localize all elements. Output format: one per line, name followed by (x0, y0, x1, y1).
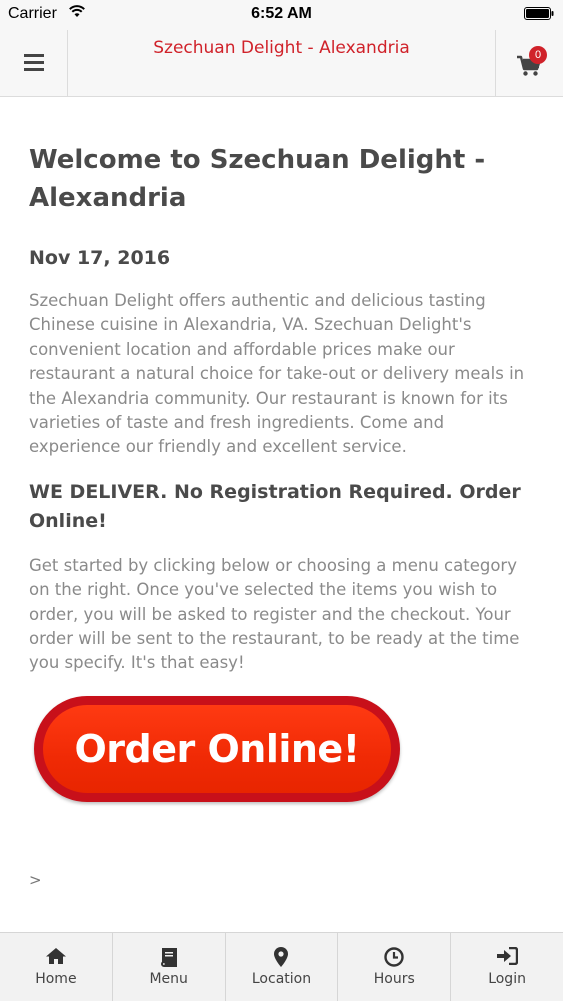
tab-hours-label: Hours (373, 971, 415, 987)
order-online-button[interactable]: Order Online! (34, 696, 400, 802)
tab-menu-label: Menu (149, 971, 188, 987)
bottom-tab-bar: Home Menu Location Hours Login (0, 932, 563, 1001)
tab-location[interactable]: Location (226, 933, 339, 1001)
cart-button[interactable]: 0 (495, 30, 563, 96)
menu-button[interactable] (0, 30, 68, 96)
battery-icon (524, 7, 554, 20)
order-online-label: Order Online! (43, 705, 391, 793)
tab-home-label: Home (35, 971, 77, 987)
instructions-paragraph: Get started by clicking below or choosin… (29, 555, 520, 673)
main-content: Welcome to Szechuan Delight - Alexandria… (29, 97, 539, 676)
post-date: Nov 17, 2016 (29, 247, 171, 269)
clock-icon (384, 947, 404, 967)
map-pin-icon (274, 947, 289, 967)
tab-login-label: Login (488, 971, 526, 987)
hamburger-menu-icon (24, 54, 44, 71)
cart-count-badge: 0 (529, 46, 547, 64)
tab-login[interactable]: Login (451, 933, 563, 1001)
more-link[interactable]: > (29, 871, 42, 889)
header-title: Szechuan Delight - Alexandria (153, 38, 410, 58)
tab-hours[interactable]: Hours (338, 933, 452, 1001)
tab-menu[interactable]: Menu (113, 933, 226, 1001)
sign-in-icon (497, 947, 519, 965)
book-icon (160, 948, 177, 967)
status-bar: Carrier 6:52 AM (0, 0, 563, 30)
home-icon (45, 948, 66, 964)
tab-location-label: Location (251, 971, 312, 987)
tab-home[interactable]: Home (0, 933, 113, 1001)
app-header: Szechuan Delight - Alexandria 0 (0, 30, 563, 97)
intro-paragraph: Szechuan Delight offers authentic and de… (29, 291, 525, 457)
page-title: Welcome to Szechuan Delight - Alexandria (29, 145, 486, 213)
delivery-heading: WE DELIVER. No Registration Required. Or… (29, 480, 521, 532)
clock-time: 6:52 AM (251, 5, 312, 22)
